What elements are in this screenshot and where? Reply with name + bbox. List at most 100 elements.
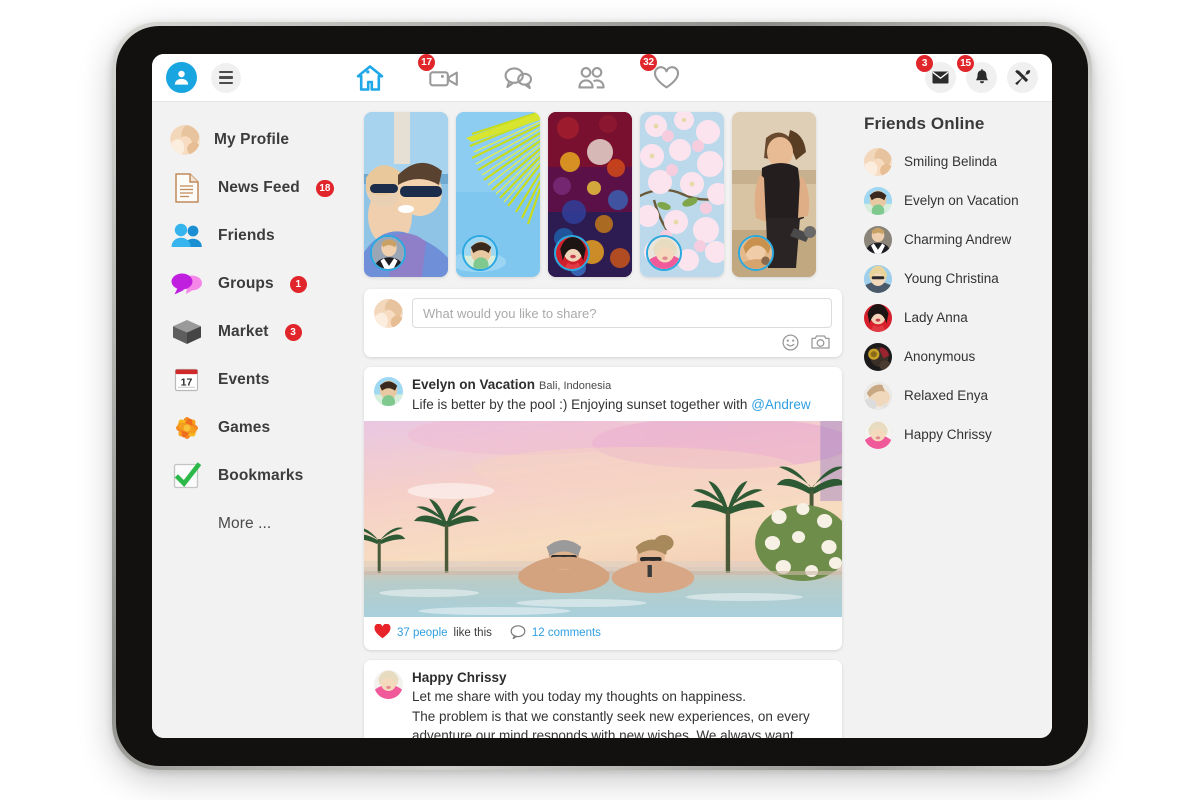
profile-photo-avatar bbox=[170, 125, 200, 155]
sidebar-item-games[interactable]: Games bbox=[164, 404, 360, 452]
friend-avatar bbox=[864, 381, 892, 410]
sidebar-label: Games bbox=[218, 419, 271, 436]
speech-bubbles-icon bbox=[170, 267, 204, 301]
likes-suffix: like this bbox=[453, 627, 492, 639]
post-comments[interactable]: 12 comments bbox=[510, 624, 601, 642]
home-icon[interactable] bbox=[353, 61, 387, 95]
story-cherry-blossom[interactable] bbox=[640, 112, 724, 277]
heart-icon[interactable]: 32 bbox=[640, 54, 683, 95]
post-author-name[interactable]: Evelyn on Vacation bbox=[412, 377, 535, 392]
calendar-icon: 17 bbox=[170, 363, 204, 397]
video-icon[interactable]: 17 bbox=[418, 54, 461, 95]
sidebar-label: Friends bbox=[218, 227, 275, 244]
story-avatar bbox=[554, 235, 590, 271]
sidebar-label: Events bbox=[218, 371, 270, 388]
composer-avatar bbox=[374, 298, 403, 328]
bell-badge: 15 bbox=[957, 55, 974, 72]
friend-list-item[interactable]: Smiling Belinda bbox=[864, 142, 1044, 181]
sidebar-label: Bookmarks bbox=[218, 467, 304, 484]
messages-icon[interactable] bbox=[501, 61, 535, 95]
post-author-avatar[interactable] bbox=[374, 377, 403, 406]
post-header: Happy Chrissy Let me share with you toda… bbox=[364, 660, 842, 738]
box-icon bbox=[170, 315, 204, 349]
share-input[interactable] bbox=[412, 298, 832, 328]
topbar-nav-group: 17 32 bbox=[353, 54, 683, 95]
post-line-1: Let me share with you today my thoughts … bbox=[412, 689, 746, 704]
post-header: Evelyn on Vacation Bali, Indonesia Life i… bbox=[364, 367, 842, 421]
friend-list-item[interactable]: Charming Andrew bbox=[864, 220, 1044, 259]
sidebar-item-news-feed[interactable]: News Feed 18 bbox=[164, 164, 360, 212]
post-line-2: The problem is that we constantly seek n… bbox=[412, 708, 810, 739]
story-avatar bbox=[738, 235, 774, 271]
post-meta: Happy Chrissy Let me share with you toda… bbox=[412, 669, 832, 738]
friend-name: Charming Andrew bbox=[904, 232, 1012, 247]
document-icon bbox=[170, 171, 204, 205]
sidebar-item-groups[interactable]: Groups 1 bbox=[164, 260, 360, 308]
sidebar-badge: 18 bbox=[315, 179, 334, 197]
friend-list-item[interactable]: Relaxed Enya bbox=[864, 376, 1044, 415]
likes-count[interactable]: 37 people bbox=[397, 627, 448, 639]
main-feed: Evelyn on Vacation Bali, Indonesia Life i… bbox=[360, 102, 852, 738]
friend-list-item[interactable]: Young Christina bbox=[864, 259, 1044, 298]
friend-list-item[interactable]: Anonymous bbox=[864, 337, 1044, 376]
app-screen: 17 32 3 15 My Profile News Feed 18 Frien… bbox=[152, 54, 1052, 738]
sidebar-label: More ... bbox=[218, 515, 272, 532]
sidebar-navigation: My Profile News Feed 18 Friends Groups 1… bbox=[152, 102, 360, 738]
smiley-face-icon[interactable] bbox=[782, 334, 799, 351]
sidebar-badge: 1 bbox=[289, 275, 307, 293]
svg-text:17: 17 bbox=[181, 377, 193, 389]
people-icon[interactable] bbox=[575, 61, 609, 95]
friend-avatar bbox=[864, 342, 892, 371]
sidebar-item-more[interactable]: More ... bbox=[164, 500, 360, 548]
post-image[interactable] bbox=[364, 421, 842, 617]
heart-filled-icon bbox=[374, 623, 391, 642]
sidebar-item-events[interactable]: 17 Events bbox=[164, 356, 360, 404]
sidebar-item-market[interactable]: Market 3 bbox=[164, 308, 360, 356]
story-bokeh-lights[interactable] bbox=[548, 112, 632, 277]
sidebar-badge: 3 bbox=[284, 323, 302, 341]
post-composer bbox=[364, 289, 842, 357]
story-avatar bbox=[646, 235, 682, 271]
friend-list-item[interactable]: Happy Chrissy bbox=[864, 415, 1044, 454]
friend-name: Relaxed Enya bbox=[904, 388, 989, 403]
comments-count[interactable]: 12 comments bbox=[532, 627, 601, 639]
person-avatar-icon[interactable] bbox=[166, 62, 197, 93]
friend-name: Anonymous bbox=[904, 349, 976, 364]
heart-badge: 32 bbox=[640, 54, 657, 71]
story-palm-leaf[interactable] bbox=[456, 112, 540, 277]
friend-avatar bbox=[864, 186, 892, 215]
friend-name: Lady Anna bbox=[904, 310, 968, 325]
post-chrissy: Happy Chrissy Let me share with you toda… bbox=[364, 660, 842, 738]
post-author-name[interactable]: Happy Chrissy bbox=[412, 670, 507, 685]
friend-name: Smiling Belinda bbox=[904, 154, 998, 169]
hamburger-menu-icon[interactable] bbox=[211, 62, 241, 93]
video-badge: 17 bbox=[418, 54, 435, 71]
tools-icon[interactable] bbox=[1007, 62, 1038, 93]
friend-list-item[interactable]: Evelyn on Vacation bbox=[864, 181, 1044, 220]
bell-icon[interactable]: 15 bbox=[957, 55, 997, 93]
top-navigation-bar: 17 32 3 15 bbox=[152, 54, 1052, 102]
post-author-avatar[interactable] bbox=[374, 670, 403, 699]
topbar-actions-group: 3 15 bbox=[916, 55, 1038, 93]
friend-avatar bbox=[864, 264, 892, 293]
friends-online-panel: Friends Online Smiling Belinda Evelyn on… bbox=[852, 102, 1052, 738]
friend-avatar bbox=[864, 147, 892, 176]
story-couple-beach[interactable] bbox=[364, 112, 448, 277]
post-mention[interactable]: @Andrew bbox=[751, 397, 810, 412]
post-location: Bali, Indonesia bbox=[539, 380, 612, 392]
post-likes[interactable]: 37 people like this bbox=[374, 623, 492, 642]
story-avatar bbox=[462, 235, 498, 271]
camera-icon[interactable] bbox=[811, 334, 830, 351]
sidebar-item-friends[interactable]: Friends bbox=[164, 212, 360, 260]
checkmark-box-icon bbox=[170, 459, 204, 493]
post-text: Life is better by the pool :) Enjoying s… bbox=[412, 395, 811, 414]
friend-avatar bbox=[864, 225, 892, 254]
app-body: My Profile News Feed 18 Friends Groups 1… bbox=[152, 102, 1052, 738]
story-fitness-sunset[interactable] bbox=[732, 112, 816, 277]
sidebar-label: Groups bbox=[218, 275, 274, 292]
sidebar-item-my-profile[interactable]: My Profile bbox=[164, 116, 360, 164]
sidebar-item-bookmarks[interactable]: Bookmarks bbox=[164, 452, 360, 500]
sidebar-label: My Profile bbox=[214, 131, 290, 148]
mail-icon[interactable]: 3 bbox=[916, 55, 956, 93]
friend-list-item[interactable]: Lady Anna bbox=[864, 298, 1044, 337]
